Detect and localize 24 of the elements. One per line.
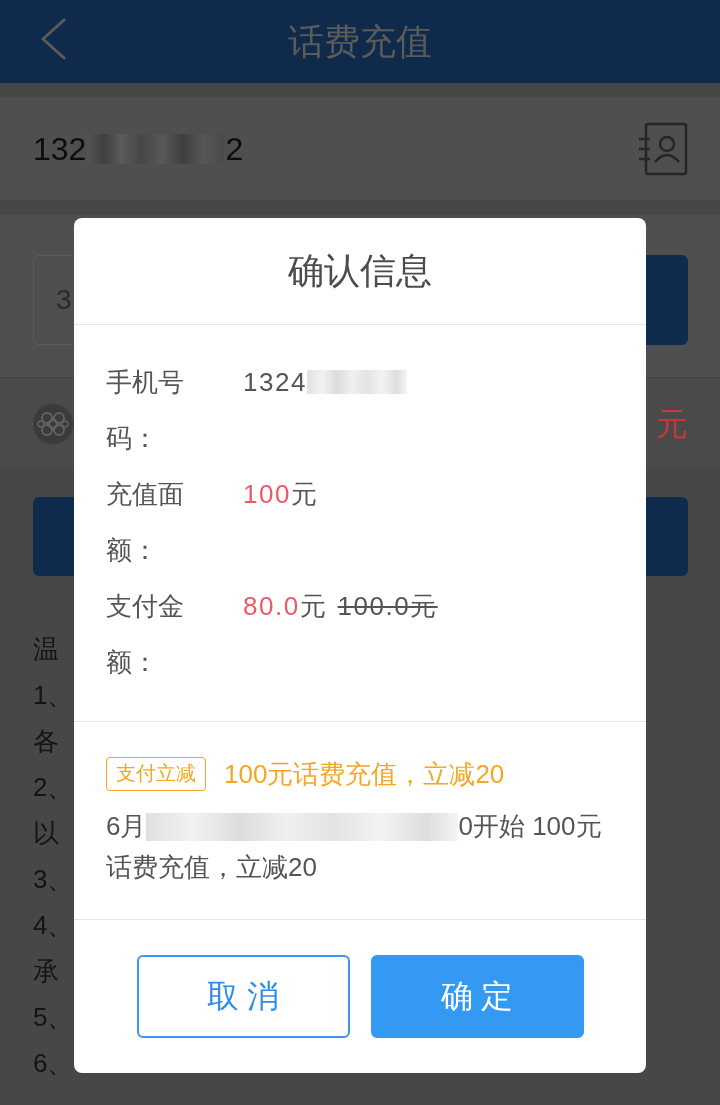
- promo-detail-text: 6月: [106, 810, 147, 843]
- price-text: 元: [656, 404, 688, 444]
- promo-detail-text: 0开始 100元: [458, 810, 602, 843]
- field-label: 充值面额：: [106, 478, 185, 567]
- phone-number-end: 2: [225, 129, 244, 169]
- currency-unit: 元: [299, 589, 326, 623]
- amount-value: 100: [243, 478, 291, 510]
- currency-unit: 元: [290, 477, 317, 511]
- page-title: 话费充值: [288, 19, 432, 64]
- confirm-button[interactable]: 确 定: [370, 955, 584, 1038]
- contact-book-icon[interactable]: [637, 121, 688, 176]
- back-icon[interactable]: [40, 18, 67, 60]
- field-label: 手机号码：: [106, 366, 185, 455]
- phone-number-start: 132: [33, 129, 87, 169]
- promo-title: 100元话费充值，立减20: [224, 758, 505, 791]
- knot-logo-icon: [33, 403, 73, 444]
- promo-detail-text: 话费充值，立减20: [106, 851, 317, 884]
- phone-number-start: 1324: [243, 366, 307, 398]
- payment-amount: 80.0: [243, 590, 300, 622]
- original-price: 100.0元: [337, 589, 438, 623]
- dialog-title: 确认信息: [288, 249, 432, 293]
- promo-tag: 支付立减: [106, 757, 206, 791]
- cancel-button[interactable]: 取 消: [136, 955, 350, 1038]
- field-label: 支付金额：: [106, 590, 185, 679]
